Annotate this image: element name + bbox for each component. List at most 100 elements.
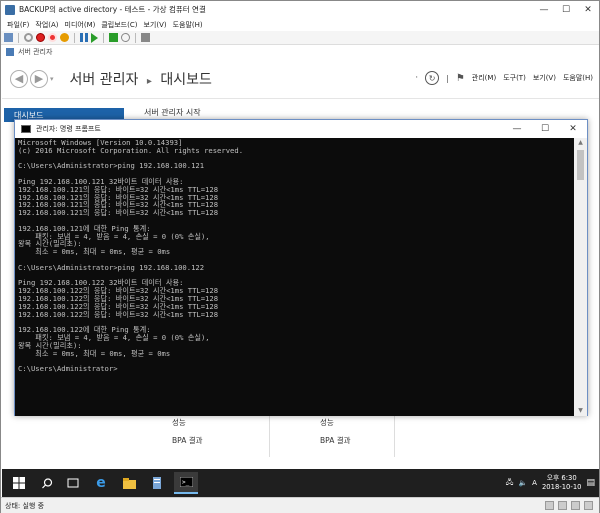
resume-icon[interactable]	[91, 32, 98, 43]
notifications-flag-icon[interactable]: ⚑	[456, 73, 465, 84]
toolbar-separator	[135, 32, 136, 43]
menu-manage[interactable]: 관리(M)	[472, 73, 496, 83]
shutdown-icon[interactable]	[48, 33, 57, 42]
server-manager-window-title: 서버 관리자	[18, 48, 53, 56]
command-prompt-window: 관리자: 명령 프롬프트 — ☐ ✕ Microsoft Windows [Ve…	[14, 119, 588, 416]
windows-start-icon[interactable]	[8, 472, 30, 494]
save-state-icon[interactable]	[60, 33, 69, 42]
clock-date: 2018-10-10	[541, 483, 582, 491]
history-dropdown-icon[interactable]: ▾	[50, 75, 54, 83]
menu-help-sm[interactable]: 도움말(H)	[563, 73, 593, 83]
console-line: 최소 = 0ms, 최대 = 0ms, 평균 = 0ms	[18, 348, 171, 358]
window-title: BACKUP의 active directory - 테스트 - 가상 컴퓨터 …	[19, 5, 206, 14]
status-text: 상태: 실행 중	[5, 501, 45, 510]
lock-icon	[558, 501, 567, 510]
console-output[interactable]: Microsoft Windows [Version 10.0.14393] (c…	[15, 138, 575, 416]
status-icons	[545, 501, 593, 510]
menu-file[interactable]: 파일(F)	[7, 20, 29, 30]
breadcrumb: 서버 관리자 ▸ 대시보드	[70, 69, 212, 89]
menu-action[interactable]: 작업(A)	[35, 20, 58, 30]
breadcrumb-page: 대시보드	[160, 71, 212, 88]
cmd-window-controls: — ☐ ✕	[503, 120, 587, 138]
breadcrumb-app: 서버 관리자	[69, 71, 139, 88]
dot-icon: ·	[415, 73, 419, 83]
menu-help[interactable]: 도움말(H)	[173, 20, 203, 30]
network-status-icon	[584, 501, 593, 510]
taskbar: e >_ 🖧 🔈 A 오후 6:30 2018-10-10 ▤	[2, 469, 599, 497]
tile-bpa-label[interactable]: BPA 결과	[320, 435, 351, 446]
tile-bpa-label[interactable]: BPA 결과	[172, 435, 203, 446]
menu-bar: 파일(F) 작업(A) 미디어(M) 클립보드(C) 보기(V) 도움말(H)	[1, 18, 599, 31]
toolbar-separator	[103, 32, 104, 43]
cmd-title: 관리자: 명령 프롬프트	[36, 125, 101, 133]
console-line: C:\Users\Administrator>	[18, 364, 118, 374]
cmd-maximize-button[interactable]: ☐	[531, 120, 559, 138]
vm-connection-window: BACKUP의 active directory - 테스트 - 가상 컴퓨터 …	[0, 0, 600, 513]
keyboard-icon	[545, 501, 554, 510]
toolbar-separator	[74, 32, 75, 43]
tile-perf-label[interactable]: 성능	[320, 417, 334, 428]
checkpoint-icon[interactable]	[109, 33, 118, 42]
cmd-close-button[interactable]: ✕	[559, 120, 587, 138]
cmd-scrollbar[interactable]: ▲ ▼	[574, 138, 587, 416]
cmd-taskbar-icon[interactable]: >_	[174, 472, 198, 494]
clock[interactable]: 오후 6:30 2018-10-10	[542, 474, 582, 492]
console-line: 192.168.100.122의 응답: 바이트=32 시간<1ms TTL=1…	[18, 309, 219, 319]
console-line: 패킷: 보냄 = 4, 받음 = 4, 손실 = 0 (0% 손실),	[18, 231, 210, 241]
close-button[interactable]: ✕	[577, 1, 599, 18]
action-center-icon[interactable]: ▤	[586, 478, 595, 488]
monitor-icon	[571, 501, 580, 510]
edge-browser-icon[interactable]: e	[90, 472, 112, 494]
scroll-up-icon[interactable]: ▲	[574, 138, 587, 148]
turn-off-icon[interactable]	[36, 33, 45, 42]
file-explorer-icon[interactable]	[118, 472, 140, 494]
ctrl-alt-del-icon[interactable]	[4, 33, 13, 42]
menu-view[interactable]: 보기(V)	[143, 20, 166, 30]
guest-desktop: 서버 관리자 ◀ ▶ ▾ 서버 관리자 ▸ 대시보드 · ↻ | ⚑ 관리(M)…	[2, 45, 599, 497]
breadcrumb-arrow-icon: ▸	[146, 75, 152, 87]
cmd-minimize-button[interactable]: —	[503, 120, 531, 138]
tile-perf-label[interactable]: 성능	[172, 417, 186, 428]
scroll-down-icon[interactable]: ▼	[574, 406, 587, 416]
clock-time: 오후 6:30	[546, 474, 577, 482]
cmd-icon	[21, 125, 31, 133]
server-manager-title-bar: 서버 관리자	[2, 45, 599, 59]
toolbar-separator	[18, 32, 19, 43]
console-line: 최소 = 0ms, 최대 = 0ms, 평균 = 0ms	[18, 247, 171, 257]
start-icon[interactable]	[24, 33, 33, 42]
network-icon[interactable]: 🖧	[506, 478, 514, 489]
pause-icon[interactable]	[80, 33, 88, 42]
back-arrow-icon[interactable]: ◀	[10, 69, 28, 88]
maximize-button[interactable]: ☐	[555, 1, 577, 18]
status-bar: 상태: 실행 중	[1, 497, 599, 513]
menu-media[interactable]: 미디어(M)	[65, 20, 96, 30]
task-view-icon[interactable]	[62, 472, 84, 494]
start-heading: 서버 관리자 시작	[144, 108, 201, 117]
server-manager-menu: · ↻ | ⚑ 관리(M) 도구(T) 보기(V) 도움말(H)	[415, 71, 593, 85]
server-manager-icon	[6, 48, 14, 56]
outer-title-bar: BACKUP의 active directory - 테스트 - 가상 컴퓨터 …	[1, 1, 599, 18]
separator-icon: |	[446, 73, 449, 83]
revert-icon[interactable]	[121, 33, 130, 42]
system-tray: 🖧 🔈 A 오후 6:30 2018-10-10 ▤	[506, 469, 595, 497]
scroll-thumb[interactable]	[577, 150, 584, 180]
refresh-icon[interactable]: ↻	[425, 71, 440, 85]
menu-view-sm[interactable]: 보기(V)	[533, 73, 556, 83]
forward-arrow-icon[interactable]: ▶	[30, 69, 48, 88]
menu-tools[interactable]: 도구(T)	[503, 73, 526, 83]
minimize-button[interactable]: —	[533, 1, 555, 18]
ime-indicator[interactable]: A	[532, 479, 537, 487]
console-line: 패킷: 보냄 = 4, 받음 = 4, 손실 = 0 (0% 손실),	[18, 332, 210, 342]
search-icon[interactable]	[36, 472, 58, 494]
console-line: C:\Users\Administrator>ping 192.168.100.…	[18, 262, 205, 272]
cmd-title-bar: 관리자: 명령 프롬프트 — ☐ ✕	[15, 120, 587, 138]
vm-toolbar	[1, 31, 599, 45]
server-manager-taskbar-icon[interactable]	[146, 472, 168, 494]
menu-clipboard[interactable]: 클립보드(C)	[101, 20, 137, 30]
enhanced-session-icon[interactable]	[141, 33, 150, 42]
svg-text:>_: >_	[182, 479, 190, 486]
window-controls: — ☐ ✕	[533, 1, 599, 18]
volume-icon[interactable]: 🔈	[518, 479, 527, 487]
console-line: (c) 2016 Microsoft Corporation. All righ…	[18, 145, 244, 155]
server-manager-header: ◀ ▶ ▾ 서버 관리자 ▸ 대시보드 · ↻ | ⚑ 관리(M) 도구(T) …	[2, 59, 599, 99]
